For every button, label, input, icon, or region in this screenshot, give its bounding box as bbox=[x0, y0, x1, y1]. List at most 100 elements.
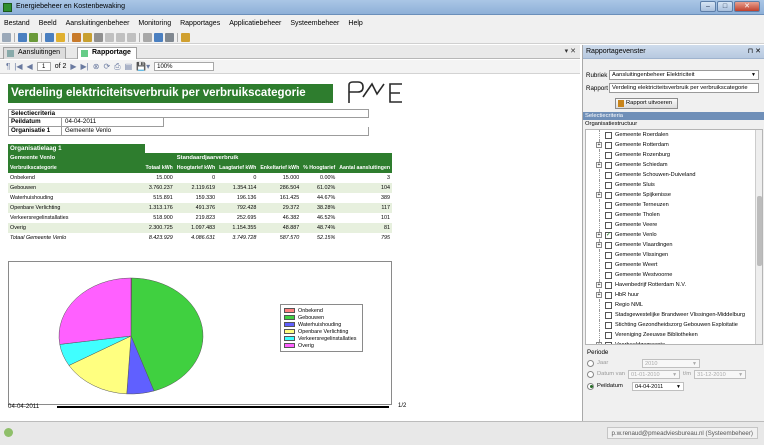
tree-item[interactable]: Vereniging Zeeuwse Bibliotheken bbox=[586, 330, 762, 340]
tree-item[interactable]: + Gemeente Rotterdam bbox=[586, 140, 762, 150]
tree-item[interactable]: Gemeente Sluis bbox=[586, 180, 762, 190]
pin-icon[interactable]: ⊓ ✕ bbox=[748, 45, 761, 59]
tree-checkbox[interactable] bbox=[605, 342, 612, 344]
print-icon[interactable]: ⎙ bbox=[114, 62, 120, 72]
previous-page-button[interactable]: ◀ bbox=[27, 62, 33, 71]
tree-checkbox[interactable] bbox=[605, 202, 612, 209]
expand-icon[interactable]: + bbox=[596, 162, 602, 168]
tree-checkbox[interactable] bbox=[605, 212, 612, 219]
jaar-select[interactable]: 2010 ▼ bbox=[642, 358, 700, 368]
export-icon[interactable]: 💾▾ bbox=[136, 62, 150, 71]
expand-icon[interactable]: + bbox=[596, 242, 602, 248]
tree-item[interactable]: Gemeente Tholen bbox=[586, 210, 762, 220]
tree-item[interactable]: Gemeente Westvoorne bbox=[586, 270, 762, 280]
next-page-button[interactable]: ▶ bbox=[70, 62, 76, 71]
close-button[interactable]: ✕ bbox=[734, 1, 760, 12]
parameters-icon[interactable]: ¶ bbox=[6, 62, 10, 71]
expand-icon[interactable]: + bbox=[596, 232, 602, 238]
expand-icon[interactable]: + bbox=[596, 342, 602, 344]
tree-item[interactable]: + Voorbeeldgemeente bbox=[586, 340, 762, 344]
tree-checkbox[interactable] bbox=[605, 192, 612, 199]
refresh-icon[interactable]: ⟳ bbox=[103, 62, 110, 71]
user-icon[interactable] bbox=[29, 32, 38, 42]
filter-icon[interactable] bbox=[2, 32, 11, 42]
menu-item-monitoring[interactable]: Monitoring bbox=[138, 20, 171, 27]
tree-item[interactable]: Stadsgewestelijke Brandweer Vlissingen-M… bbox=[586, 310, 762, 320]
tree-checkbox[interactable] bbox=[605, 182, 612, 189]
tree-item[interactable]: Gemeente Schouwen-Duiveland bbox=[586, 170, 762, 180]
grid-icon[interactable] bbox=[94, 32, 103, 42]
peildatum-radio[interactable] bbox=[587, 382, 594, 390]
list-icon[interactable] bbox=[143, 32, 152, 42]
tree-item[interactable]: Gemeente Terneuzen bbox=[586, 200, 762, 210]
tree-item[interactable]: Stichting Gezondheidszorg Gebouwen Explo… bbox=[586, 320, 762, 330]
tree-checkbox[interactable] bbox=[605, 162, 612, 169]
expand-icon[interactable]: + bbox=[596, 292, 602, 298]
zoom-select[interactable]: 100% bbox=[154, 62, 215, 71]
rubriek-select[interactable]: Aansluitingenbeheer Elektriciteit ▼ bbox=[609, 70, 759, 80]
tree-item[interactable]: Gemeente Roerdalen bbox=[586, 130, 762, 140]
export-icon[interactable] bbox=[181, 32, 190, 42]
tree-item[interactable]: Gemeente Rozenburg bbox=[586, 150, 762, 160]
maximize-button[interactable]: □ bbox=[717, 1, 733, 12]
minimize-button[interactable]: – bbox=[700, 1, 716, 12]
last-page-button[interactable]: ▶| bbox=[81, 62, 89, 71]
tree-item[interactable]: Regio NML bbox=[586, 300, 762, 310]
tree-item[interactable]: + ✓ Gemeente Venlo bbox=[586, 230, 762, 240]
tree-checkbox[interactable]: ✓ bbox=[605, 232, 612, 239]
tab-rapportage[interactable]: Rapportage bbox=[77, 47, 137, 59]
new-icon[interactable] bbox=[105, 32, 114, 42]
datum-to-input[interactable]: 31-12-2010 ▼ bbox=[694, 369, 747, 379]
tree-checkbox[interactable] bbox=[605, 132, 612, 139]
chart-icon[interactable] bbox=[83, 32, 92, 42]
menu-item-beeld[interactable]: Beeld bbox=[39, 20, 57, 27]
tree-item[interactable]: Gemeente Weert bbox=[586, 260, 762, 270]
tree-checkbox[interactable] bbox=[605, 272, 612, 279]
document-icon[interactable] bbox=[127, 32, 136, 42]
run-report-button[interactable]: Rapport uitvoeren bbox=[615, 98, 678, 109]
tree-checkbox[interactable] bbox=[605, 302, 612, 309]
scrollbar-thumb[interactable] bbox=[757, 196, 762, 266]
rapport-select[interactable]: Verdeling elektriciteitsverbruik per ver… bbox=[609, 83, 759, 93]
tree-item[interactable]: + HbR huur bbox=[586, 290, 762, 300]
tree-checkbox[interactable] bbox=[605, 282, 612, 289]
menu-item-applicatiebeheer[interactable]: Applicatiebeheer bbox=[229, 20, 281, 27]
help-icon[interactable] bbox=[56, 32, 65, 42]
datum-radio[interactable] bbox=[587, 370, 594, 378]
tree-item[interactable]: Gemeente Veere bbox=[586, 220, 762, 230]
tree-checkbox[interactable] bbox=[605, 152, 612, 159]
expand-icon[interactable]: + bbox=[596, 282, 602, 288]
tree-checkbox[interactable] bbox=[605, 242, 612, 249]
tree-item[interactable]: + Gemeente Vlaardingen bbox=[586, 240, 762, 250]
tree-checkbox[interactable] bbox=[605, 222, 612, 229]
tree-checkbox[interactable] bbox=[605, 172, 612, 179]
tree-item[interactable]: + Gemeente Spijkenisse bbox=[586, 190, 762, 200]
tree-scrollbar[interactable] bbox=[755, 130, 762, 344]
menu-item-aansluitingenbeheer[interactable]: Aansluitingenbeheer bbox=[66, 20, 130, 27]
home-icon[interactable] bbox=[72, 32, 81, 42]
menu-item-rapportages[interactable]: Rapportages bbox=[180, 20, 220, 27]
print-icon[interactable] bbox=[165, 32, 174, 42]
stop-icon[interactable]: ⊗ bbox=[93, 62, 100, 71]
tree-checkbox[interactable] bbox=[605, 332, 612, 339]
tree-item[interactable]: + Gemeente Schiedam bbox=[586, 160, 762, 170]
first-page-button[interactable]: |◀ bbox=[14, 62, 22, 71]
page-setup-icon[interactable]: ▤ bbox=[125, 62, 133, 71]
tree-item[interactable]: + Havenbedrijf Rotterdam N.V. bbox=[586, 280, 762, 290]
jaar-radio[interactable] bbox=[587, 359, 594, 367]
tree-checkbox[interactable] bbox=[605, 292, 612, 299]
building-icon[interactable] bbox=[18, 32, 27, 42]
tree-checkbox[interactable] bbox=[605, 252, 612, 259]
menu-item-systeembeheer[interactable]: Systeembeheer bbox=[290, 20, 339, 27]
tab-aansluitingen[interactable]: Aansluitingen bbox=[3, 47, 67, 59]
tree-checkbox[interactable] bbox=[605, 322, 612, 329]
tree-item[interactable]: Gemeente Vlissingen bbox=[586, 250, 762, 260]
pane-controls[interactable]: ▾ ✕ bbox=[565, 47, 576, 55]
page-number-input[interactable]: 1 bbox=[36, 62, 51, 71]
expand-icon[interactable]: + bbox=[596, 142, 602, 148]
peildatum-input[interactable]: 04-04-2011 ▼ bbox=[632, 381, 684, 391]
menu-item-bestand[interactable]: Bestand bbox=[4, 20, 30, 27]
tools-icon[interactable] bbox=[154, 32, 163, 42]
tree-checkbox[interactable] bbox=[605, 142, 612, 149]
delete-icon[interactable] bbox=[116, 32, 125, 42]
